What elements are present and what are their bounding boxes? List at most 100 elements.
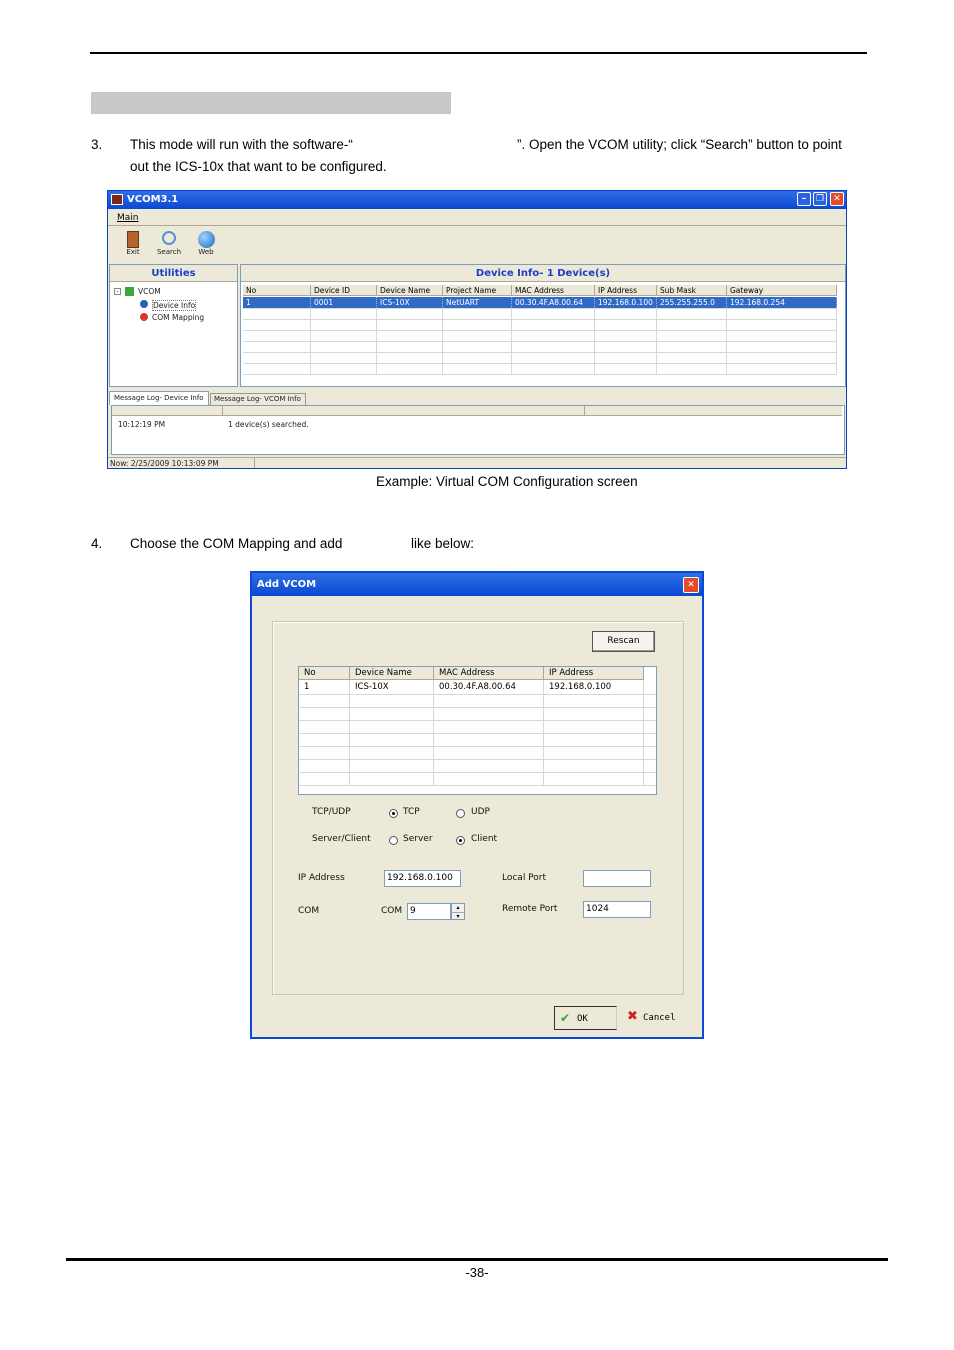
column-header[interactable]: IP Address xyxy=(595,285,657,296)
checkmark-icon: ✔ xyxy=(560,1011,571,1025)
table-cell[interactable]: 00.30.4F.A8.00.64 xyxy=(512,297,595,308)
local-port-label: Local Port xyxy=(502,873,547,883)
column-header[interactable]: Sub Mask xyxy=(657,285,727,296)
tcp-label: TCP xyxy=(403,807,420,817)
grid-row-line xyxy=(243,374,837,375)
footer-rule xyxy=(66,1258,888,1261)
device-list: No 1 Device Name ICS-10X MAC Address 00.30.4F… xyxy=(298,666,657,795)
table-cell[interactable]: 00.30.4F.A8.00.64 xyxy=(434,681,544,694)
table-cell[interactable]: 1 xyxy=(243,297,311,308)
dialog-close-icon[interactable]: ✕ xyxy=(683,577,699,593)
table-cell[interactable]: 1 xyxy=(299,681,350,694)
grid-row-line xyxy=(299,785,656,786)
tree-device-info[interactable]: Device Info xyxy=(152,300,197,311)
column-header[interactable]: MAC Address xyxy=(512,285,595,296)
grid-row-line xyxy=(243,330,837,331)
stepper-down-icon[interactable]: ▾ xyxy=(452,913,464,920)
column-header[interactable]: Project Name xyxy=(443,285,512,296)
close-icon[interactable]: ✕ xyxy=(830,192,844,206)
grid-col-line xyxy=(543,680,544,785)
table-cell[interactable]: 192.168.0.254 xyxy=(727,297,837,308)
udp-radio[interactable] xyxy=(456,809,465,818)
tree-root[interactable]: VCOM xyxy=(138,287,161,296)
table-cell[interactable]: 0001 xyxy=(311,297,377,308)
grid-col-line xyxy=(349,680,350,785)
tab-device-log[interactable]: Message Log- Device Info xyxy=(109,391,209,405)
device-info-icon xyxy=(140,300,148,308)
rescan-button[interactable]: Rescan xyxy=(592,631,655,652)
grid-row-line xyxy=(299,694,656,695)
tree-com-mapping[interactable]: COM Mapping xyxy=(152,313,204,322)
com-number-field[interactable]: 9 xyxy=(407,903,451,920)
grid-row-line xyxy=(243,363,837,364)
server-label: Server xyxy=(403,834,433,844)
column-header[interactable]: IP Address xyxy=(544,667,644,680)
column-header[interactable]: No xyxy=(243,285,311,296)
ip-address-label: IP Address xyxy=(298,873,345,883)
section-heading-bar xyxy=(91,92,451,114)
column-header[interactable]: Device ID xyxy=(311,285,377,296)
grid-col-line xyxy=(726,308,727,374)
add-vcom-dialog: Add VCOM ✕ Rescan No 1 Device Name ICS-10X M… xyxy=(250,571,704,1039)
com-stepper[interactable]: ▴ ▾ xyxy=(451,903,465,920)
check-icon xyxy=(125,287,134,296)
tcp-radio[interactable] xyxy=(389,809,398,818)
minimize-icon[interactable]: – xyxy=(797,192,811,206)
column-header[interactable]: Device Name xyxy=(350,667,434,680)
grid-row-line xyxy=(243,319,837,320)
tree-collapse-icon[interactable]: - xyxy=(114,288,121,295)
server-radio[interactable] xyxy=(389,836,398,845)
exit-label: Exit xyxy=(126,248,140,256)
step4-text-start: Choose the COM Mapping and add xyxy=(130,536,343,551)
ip-address-field[interactable]: 192.168.0.100 xyxy=(384,870,461,887)
grid-row-line xyxy=(299,772,656,773)
search-icon xyxy=(162,231,176,245)
com-label: COM xyxy=(298,906,320,916)
step3-text-start: This mode will run with the software-“ xyxy=(130,137,353,152)
com-inner-label: COM xyxy=(381,906,403,916)
column-header[interactable]: Device Name xyxy=(377,285,443,296)
search-button[interactable]: Search xyxy=(156,231,182,259)
table-cell[interactable]: 192.168.0.100 xyxy=(544,681,644,694)
device-info-pane: Device Info- 1 Device(s) No 1 Device ID 000… xyxy=(240,264,846,387)
table-cell[interactable]: 255.255.255.0 xyxy=(657,297,727,308)
table-cell[interactable]: 192.168.0.100 xyxy=(595,297,657,308)
table-cell[interactable]: ICS-10X xyxy=(350,681,434,694)
remote-port-field[interactable]: 1024 xyxy=(583,901,651,918)
log-message: 1 device(s) searched. xyxy=(228,420,309,429)
client-radio[interactable] xyxy=(456,836,465,845)
restore-icon[interactable]: ❐ xyxy=(813,192,827,206)
grid-col-line xyxy=(594,308,595,374)
grid-row-line xyxy=(299,746,656,747)
grid-col-line xyxy=(656,308,657,374)
app-icon xyxy=(111,194,123,205)
menu-divider xyxy=(108,225,846,226)
web-label: Web xyxy=(198,248,214,256)
remote-port-label: Remote Port xyxy=(502,904,558,914)
cancel-label: Cancel xyxy=(643,1013,676,1023)
menu-main[interactable]: Main xyxy=(117,213,139,223)
column-header[interactable]: MAC Address xyxy=(434,667,544,680)
cancel-button[interactable]: ✖ Cancel xyxy=(622,1006,688,1030)
utilities-header: Utilities xyxy=(110,265,237,282)
globe-icon xyxy=(197,231,215,248)
serverclient-label: Server/Client xyxy=(312,834,371,844)
column-header[interactable]: No xyxy=(299,667,350,680)
table-cell[interactable]: NetUART xyxy=(443,297,512,308)
step4-text-end: like below: xyxy=(411,536,475,551)
exit-button[interactable]: Exit xyxy=(122,231,144,259)
local-port-field[interactable] xyxy=(583,870,651,887)
udp-label: UDP xyxy=(471,807,490,817)
step3-text-end: ”. Open the VCOM utility; click “Search”… xyxy=(517,137,842,152)
tab-vcom-log[interactable]: Message Log- VCOM Info xyxy=(210,393,306,405)
ok-button[interactable]: ✔ OK xyxy=(554,1006,617,1030)
table-cell[interactable]: ICS-10X xyxy=(377,297,443,308)
ok-label: OK xyxy=(577,1014,588,1024)
message-log: 10:12:19 PM 1 device(s) searched. xyxy=(111,405,845,455)
web-button[interactable]: Web xyxy=(194,231,218,259)
column-header[interactable]: Gateway xyxy=(727,285,837,296)
grid-col-line xyxy=(310,308,311,374)
device-info-header: Device Info- 1 Device(s) xyxy=(241,265,845,282)
stepper-up-icon[interactable]: ▴ xyxy=(452,904,464,913)
grid-row-line xyxy=(299,707,656,708)
